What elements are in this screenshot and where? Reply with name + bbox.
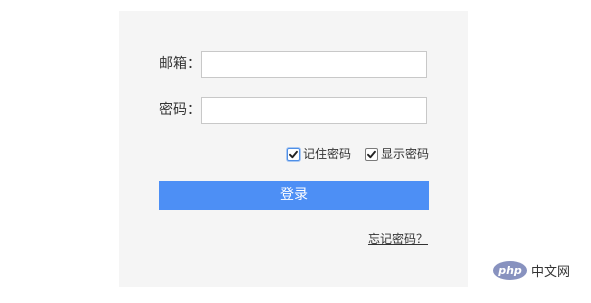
email-label: 邮箱： xyxy=(159,56,201,72)
checkmark-icon xyxy=(289,150,298,158)
login-panel: 邮箱： 密码： 记住密码 显示密码 登录 忘记密码？ xyxy=(119,11,468,287)
remember-password-option[interactable]: 记住密码 xyxy=(287,146,351,162)
forgot-password-link[interactable]: 忘记密码？ xyxy=(368,231,428,247)
login-button[interactable]: 登录 xyxy=(159,181,429,210)
checkmark-icon xyxy=(367,150,376,158)
site-watermark: php 中文网 xyxy=(493,260,570,280)
show-password-checkbox[interactable] xyxy=(365,147,378,161)
show-password-option[interactable]: 显示密码 xyxy=(365,146,429,162)
password-input[interactable] xyxy=(201,97,427,124)
show-password-label: 显示密码 xyxy=(381,147,430,161)
remember-password-label: 记住密码 xyxy=(303,147,352,161)
php-logo: php xyxy=(493,260,527,280)
site-name: 中文网 xyxy=(531,264,571,280)
email-input[interactable] xyxy=(201,51,427,78)
password-label: 密码： xyxy=(159,102,201,118)
remember-password-checkbox[interactable] xyxy=(287,147,300,161)
